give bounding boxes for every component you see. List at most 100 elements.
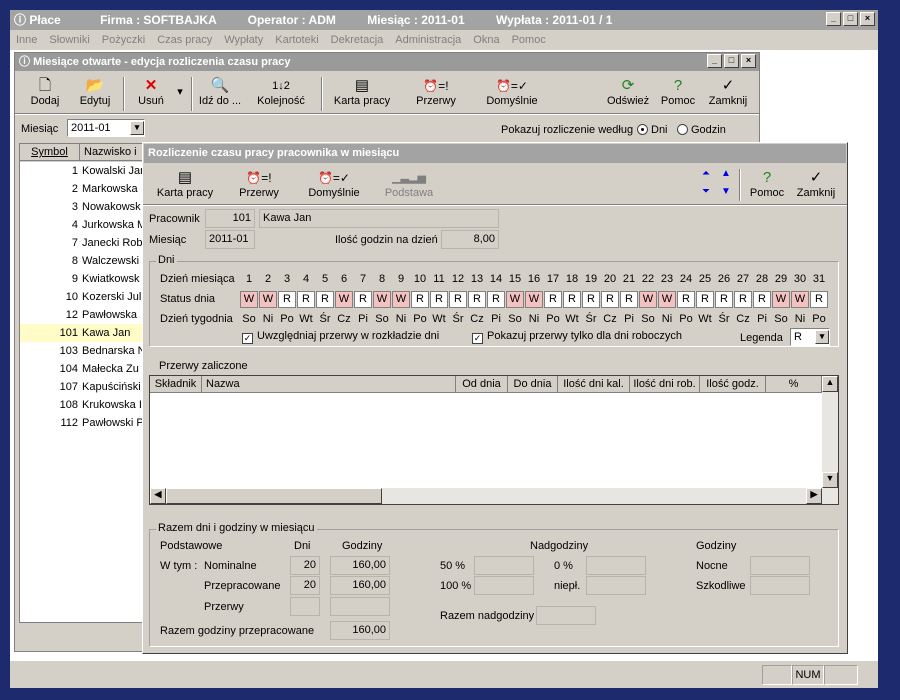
w1-minimize-button[interactable]: _ — [707, 54, 722, 68]
day-status-cell[interactable]: R — [354, 291, 372, 308]
kolejnosc-button[interactable]: 1↓2 Kolejność — [255, 77, 307, 107]
day-status-cell[interactable]: W — [259, 291, 277, 308]
day-status-cell[interactable]: W — [240, 291, 258, 308]
nav-last-button[interactable]: ⏷ — [699, 185, 713, 197]
employee-row[interactable]: 2 Markowska — [20, 180, 148, 198]
menu-czas-pracy[interactable]: Czas pracy — [157, 34, 212, 46]
col-procent[interactable]: % — [766, 376, 822, 393]
employee-row[interactable]: 7 Janecki Rob — [20, 234, 148, 252]
menu-pozyczki[interactable]: Pożyczki — [102, 34, 145, 46]
day-status-cell[interactable]: R — [411, 291, 429, 308]
col-dni-kal[interactable]: Ilość dni kal. — [558, 376, 630, 393]
employee-row[interactable]: 8 Walczewski — [20, 252, 148, 270]
day-status-cell[interactable]: R — [715, 291, 733, 308]
menu-administracja[interactable]: Administracja — [395, 34, 461, 46]
chevron-down-icon[interactable]: ▾ — [130, 121, 144, 135]
w2-zamknij-button[interactable]: ✓ Zamknij — [795, 169, 837, 199]
day-status-cell[interactable]: R — [696, 291, 714, 308]
col-nazwisko[interactable]: Nazwisko i — [80, 144, 148, 161]
nav-first-button[interactable]: ⏶ — [699, 167, 713, 179]
legenda-select[interactable]: R ▾ — [790, 328, 830, 346]
menu-wyplaty[interactable]: Wypłaty — [224, 34, 263, 46]
zamknij-button[interactable]: ✓ Zamknij — [707, 77, 749, 107]
employee-row[interactable]: 103 Bednarska N — [20, 342, 148, 360]
miesiac-select[interactable]: 2011-01 ▾ — [67, 119, 145, 137]
employee-row[interactable]: 9 Kwiatkowsk — [20, 270, 148, 288]
employee-row[interactable]: 1 Kowalski Jan — [20, 162, 148, 180]
employee-row[interactable]: 108 Krukowska I — [20, 396, 148, 414]
day-status-cell[interactable]: R — [487, 291, 505, 308]
day-status-cell[interactable]: W — [639, 291, 657, 308]
day-status-cell[interactable]: R — [316, 291, 334, 308]
close-button[interactable]: × — [860, 12, 875, 26]
col-skladnik[interactable]: Składnik — [150, 376, 202, 393]
menu-pomoc[interactable]: Pomoc — [512, 34, 546, 46]
godzin-radio[interactable]: Godzin — [677, 124, 726, 136]
scroll-down-icon[interactable]: ▼ — [822, 472, 838, 488]
usun-dropdown[interactable]: ▾ — [175, 85, 185, 98]
w2-karta-pracy-button[interactable]: ▤ Karta pracy — [155, 169, 215, 199]
edytuj-button[interactable]: 📂 Edytuj — [75, 77, 115, 107]
menu-inne[interactable]: Inne — [16, 34, 37, 46]
day-status-cell[interactable]: R — [449, 291, 467, 308]
horizontal-scrollbar[interactable]: ◀ ▶ — [150, 488, 838, 504]
day-status-cell[interactable]: R — [297, 291, 315, 308]
uwzgledniaj-checkbox[interactable]: ✓ Uwzględniaj przerwy w rozkładzie dni — [242, 330, 439, 344]
col-symbol[interactable]: Symbol — [20, 144, 80, 161]
day-status-cell[interactable]: W — [658, 291, 676, 308]
domyslnie-button[interactable]: ⏰=✓ Domyślnie — [485, 77, 539, 107]
scroll-left-icon[interactable]: ◀ — [150, 488, 166, 504]
col-ilosc-godz[interactable]: Ilość godz. — [700, 376, 766, 393]
day-status-cell[interactable]: R — [620, 291, 638, 308]
col-do-dnia[interactable]: Do dnia — [508, 376, 558, 393]
w2-domyslnie-button[interactable]: ⏰=✓ Domyślnie — [307, 169, 361, 199]
day-status-cell[interactable]: W — [772, 291, 790, 308]
employee-row[interactable]: 4 Jurkowska M — [20, 216, 148, 234]
scroll-thumb[interactable] — [166, 488, 382, 504]
col-od-dnia[interactable]: Od dnia — [456, 376, 508, 393]
karta-pracy-button[interactable]: ▤ Karta pracy — [333, 77, 391, 107]
day-status-cell[interactable]: R — [563, 291, 581, 308]
day-status-cell[interactable]: W — [525, 291, 543, 308]
employee-row[interactable]: 10 Kozerski Juli — [20, 288, 148, 306]
employee-row[interactable]: 101 Kawa Jan — [20, 324, 148, 342]
maximize-button[interactable]: □ — [843, 12, 858, 26]
w2-podstawa-button[interactable]: ▁▃▂▅ Podstawa — [383, 169, 435, 199]
w2-pomoc-button[interactable]: ? Pomoc — [749, 169, 785, 199]
employee-row[interactable]: 12 Pawłowska — [20, 306, 148, 324]
dni-radio[interactable]: Dni — [637, 124, 668, 136]
scroll-up-icon[interactable]: ▲ — [822, 376, 838, 392]
w1-maximize-button[interactable]: □ — [724, 54, 739, 68]
day-status-cell[interactable]: R — [468, 291, 486, 308]
idz-do-button[interactable]: 🔍 Idź do ... — [197, 77, 243, 107]
day-status-cell[interactable]: R — [753, 291, 771, 308]
scroll-right-icon[interactable]: ▶ — [806, 488, 822, 504]
w1-close-button[interactable]: × — [741, 54, 756, 68]
menu-dekretacja[interactable]: Dekretacja — [331, 34, 384, 46]
day-status-cell[interactable]: W — [506, 291, 524, 308]
day-status-cell[interactable]: W — [335, 291, 353, 308]
employee-row[interactable]: 104 Małecka Zu — [20, 360, 148, 378]
chevron-down-icon[interactable]: ▾ — [815, 330, 829, 344]
nav-down-button[interactable]: ▼ — [719, 185, 733, 197]
day-status-cell[interactable]: R — [677, 291, 695, 308]
pomoc-button[interactable]: ? Pomoc — [659, 77, 697, 107]
day-status-cell[interactable]: R — [810, 291, 828, 308]
day-status-cell[interactable]: R — [582, 291, 600, 308]
day-status-cell[interactable]: R — [430, 291, 448, 308]
day-status-cell[interactable]: R — [734, 291, 752, 308]
day-status-cell[interactable]: W — [373, 291, 391, 308]
w2-przerwy-button[interactable]: ⏰=! Przerwy — [235, 169, 283, 199]
employee-row[interactable]: 3 Nowakowsk — [20, 198, 148, 216]
usun-button[interactable]: ✕ Usuń — [131, 77, 171, 107]
dodaj-button[interactable]: 🗋 Dodaj — [25, 77, 65, 107]
menu-slowniki[interactable]: Słowniki — [49, 34, 89, 46]
employee-row[interactable]: 107 Kapuściński — [20, 378, 148, 396]
col-dni-rob[interactable]: Ilość dni rob. — [630, 376, 700, 393]
odswiez-button[interactable]: ⟳ Odśwież — [607, 77, 649, 107]
day-status-cell[interactable]: W — [392, 291, 410, 308]
menu-kartoteki[interactable]: Kartoteki — [275, 34, 318, 46]
pokazuj-przerwy-checkbox[interactable]: ✓ Pokazuj przerwy tylko dla dni roboczych — [472, 330, 682, 344]
minimize-button[interactable]: _ — [826, 12, 841, 26]
employee-row[interactable]: 112 Pawłowski P — [20, 414, 148, 432]
